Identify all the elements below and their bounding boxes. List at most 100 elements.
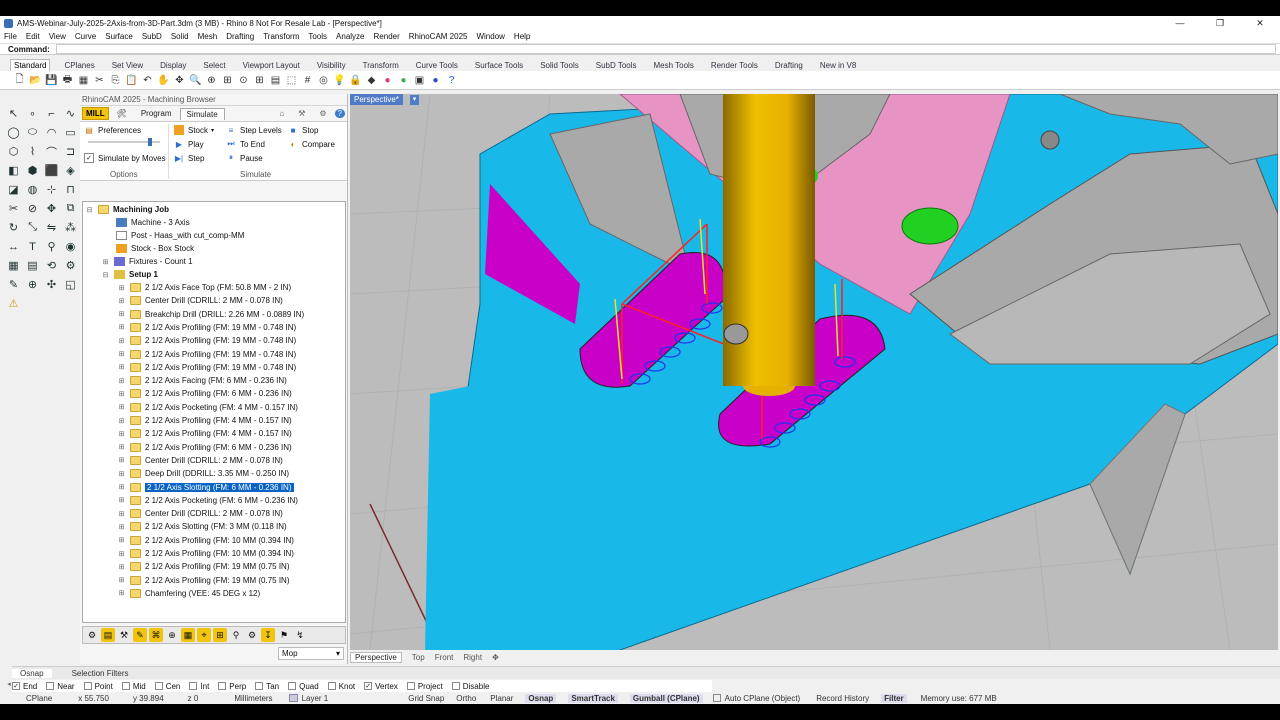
tree-operation[interactable]: ⊞ Center Drill (CDRILL: 2 MM - 0.078 IN) xyxy=(117,454,283,467)
tab-osnap[interactable]: Osnap xyxy=(12,668,52,678)
expand-icon[interactable]: ⊞ xyxy=(117,430,126,438)
checkbox-unchecked-icon[interactable] xyxy=(288,682,297,690)
status-smarttrack[interactable]: SmartTrack xyxy=(568,693,618,703)
mill-icon-tab[interactable]: 🛠 xyxy=(111,108,133,119)
tree-operation[interactable]: ⊞ 2 1/2 Axis Profiling (FM: 19 MM - 0.748… xyxy=(117,321,296,334)
panel-help-icon[interactable]: ? xyxy=(334,109,345,118)
tab-visibility[interactable]: Visibility xyxy=(314,60,349,71)
osnap-disable[interactable]: Disable xyxy=(451,682,489,691)
expand-icon[interactable]: ⊞ xyxy=(117,536,126,544)
tree-operation[interactable]: ⊞ 2 1/2 Axis Face Top (FM: 50.8 MM - 2 IN… xyxy=(117,281,291,294)
osnap-project[interactable]: Project xyxy=(406,682,443,691)
copy-icon[interactable]: ⎘ xyxy=(108,73,123,88)
trim-icon[interactable]: ✂ xyxy=(5,200,22,217)
expand-icon[interactable]: ⊞ xyxy=(117,284,126,292)
zoom-extents-icon[interactable]: ⊞ xyxy=(220,73,235,88)
expand-icon[interactable]: ⊞ xyxy=(117,297,126,305)
expand-icon[interactable]: ⊞ xyxy=(117,363,126,371)
menu-drafting[interactable]: Drafting xyxy=(226,32,254,41)
move-icon[interactable]: ✥ xyxy=(43,200,60,217)
materials-icon[interactable]: ● xyxy=(396,73,411,88)
menu-analyze[interactable]: Analyze xyxy=(336,32,364,41)
arc-icon[interactable]: ◠ xyxy=(43,124,60,141)
expand-icon[interactable]: ⊞ xyxy=(117,589,126,597)
to-end-button[interactable]: ⏭ To End xyxy=(226,139,265,149)
checkbox-unchecked-icon[interactable] xyxy=(451,682,460,690)
add-viewport-icon[interactable]: ✥ xyxy=(492,653,499,662)
surface-icon[interactable]: ◧ xyxy=(5,162,22,179)
tree-operation[interactable]: ⊞ Breakchip Drill (DRILL: 2.26 MM - 0.088… xyxy=(117,308,304,321)
op-tool-13-icon[interactable]: ⚑ xyxy=(277,628,291,642)
tree-operation[interactable]: ⊞ 2 1/2 Axis Profiling (FM: 4 MM - 0.157 … xyxy=(117,427,292,440)
text-icon[interactable]: T xyxy=(24,238,41,255)
new-icon[interactable]: 🗋 xyxy=(12,73,27,88)
checkbox-unchecked-icon[interactable] xyxy=(255,682,264,690)
tree-operation[interactable]: ⊞ 2 1/2 Axis Profiling (FM: 6 MM - 0.236 … xyxy=(117,441,292,454)
tree-operation[interactable]: ⊞ 2 1/2 Axis Profiling (FM: 19 MM (0.75 I… xyxy=(117,560,290,573)
expand-icon[interactable]: ⊞ xyxy=(117,403,126,411)
layer-icon[interactable]: ◆ xyxy=(364,73,379,88)
osnap-icon[interactable]: ◎ xyxy=(316,73,331,88)
osnap-end[interactable]: ✓ End xyxy=(12,682,37,691)
zoom-window-icon[interactable]: ⊕ xyxy=(204,73,219,88)
zoom-selected-icon[interactable]: ⊙ xyxy=(236,73,251,88)
options-icon[interactable]: ⚙ xyxy=(62,257,79,274)
tree-operation[interactable]: ⊞ 2 1/2 Axis Profiling (FM: 6 MM - 0.236 … xyxy=(117,387,292,400)
gumball-icon[interactable]: ✣ xyxy=(43,276,60,293)
tree-operation[interactable]: ⊞ 2 1/2 Axis Profiling (FM: 19 MM - 0.748… xyxy=(117,348,296,361)
zoom-icon[interactable]: 🔍 xyxy=(188,73,203,88)
tab-set-view[interactable]: Set View xyxy=(109,60,146,71)
expand-icon[interactable]: ⊞ xyxy=(117,377,126,385)
osnap-tan[interactable]: Tan xyxy=(255,682,279,691)
tab-mesh-tools[interactable]: Mesh Tools xyxy=(651,60,697,71)
osnap-cen[interactable]: Cen xyxy=(154,682,180,691)
select-icon[interactable]: ⬚ xyxy=(284,73,299,88)
grid-icon[interactable]: # xyxy=(300,73,315,88)
snap-icon[interactable]: ⊕ xyxy=(24,276,41,293)
tab-top[interactable]: Top xyxy=(412,653,425,662)
checkbox-unchecked-icon[interactable] xyxy=(83,682,92,690)
menu-help[interactable]: Help xyxy=(514,32,530,41)
pan-icon[interactable]: ✋ xyxy=(156,73,171,88)
edit-points-icon[interactable]: ⊹ xyxy=(43,181,60,198)
menu-surface[interactable]: Surface xyxy=(105,32,133,41)
menu-tools[interactable]: Tools xyxy=(308,32,327,41)
tree-operation[interactable]: ⊞ 2 1/2 Axis Profiling (FM: 19 MM - 0.748… xyxy=(117,334,296,347)
op-tool-11-icon[interactable]: ⚙ xyxy=(245,628,259,642)
menu-solid[interactable]: Solid xyxy=(171,32,189,41)
op-tool-5-icon[interactable]: ⌘ xyxy=(149,628,163,642)
status-layer[interactable]: Layer 1 xyxy=(302,694,329,703)
status-record-history[interactable]: Record History xyxy=(816,694,869,703)
tree-fixtures[interactable]: ⊞ Fixtures - Count 1 xyxy=(101,255,193,268)
menu-transform[interactable]: Transform xyxy=(263,32,299,41)
menu-edit[interactable]: Edit xyxy=(26,32,40,41)
join-icon[interactable]: ⊓ xyxy=(62,181,79,198)
tree-operation[interactable]: ⊞ 2 1/2 Axis Profiling (FM: 4 MM - 0.157 … xyxy=(117,414,292,427)
tab-subd-tools[interactable]: SubD Tools xyxy=(593,60,640,71)
polygon-icon[interactable]: ⬡ xyxy=(5,143,22,160)
tab-new-in-v8[interactable]: New in V8 xyxy=(817,60,859,71)
tree-operation[interactable]: ⊞ Center Drill (CDRILL: 2 MM - 0.078 IN) xyxy=(117,294,283,307)
viewport-menu-icon[interactable]: ▾ xyxy=(410,95,419,105)
status-planar[interactable]: Planar xyxy=(490,694,513,703)
tab-cplanes[interactable]: CPlanes xyxy=(61,60,97,71)
tab-perspective[interactable]: Perspective xyxy=(350,652,402,663)
tree-operation[interactable]: ⊞ 2 1/2 Axis Pocketing (FM: 4 MM - 0.157 … xyxy=(117,401,298,414)
preferences-button[interactable]: ▤ Preferences xyxy=(84,125,141,135)
op-tool-8-icon[interactable]: ⌖ xyxy=(197,628,211,642)
close-icon[interactable]: ✕ xyxy=(1240,18,1280,29)
light-icon[interactable]: 💡 xyxy=(332,73,347,88)
tree-operation[interactable]: ⊞ 2 1/2 Axis Profiling (FM: 19 MM - 0.748… xyxy=(117,361,296,374)
status-grid-snap[interactable]: Grid Snap xyxy=(408,694,444,703)
minimize-icon[interactable]: — xyxy=(1160,18,1200,28)
expand-icon[interactable]: ⊞ xyxy=(117,576,126,584)
group-icon[interactable]: ▤ xyxy=(24,257,41,274)
expand-icon[interactable]: ⊞ xyxy=(117,350,126,358)
tree-operation[interactable]: ⊞ 2 1/2 Axis Profiling (FM: 10 MM (0.394 … xyxy=(117,534,294,547)
checkbox-unchecked-icon[interactable] xyxy=(121,682,130,690)
op-tool-9-icon[interactable]: ⊞ xyxy=(213,628,227,642)
mirror-icon[interactable]: ⇋ xyxy=(43,219,60,236)
render-tool-icon[interactable]: ◉ xyxy=(62,238,79,255)
tree-setup[interactable]: ⊟ Setup 1 xyxy=(101,268,158,281)
copy-tool-icon[interactable]: ⧉ xyxy=(62,200,79,217)
